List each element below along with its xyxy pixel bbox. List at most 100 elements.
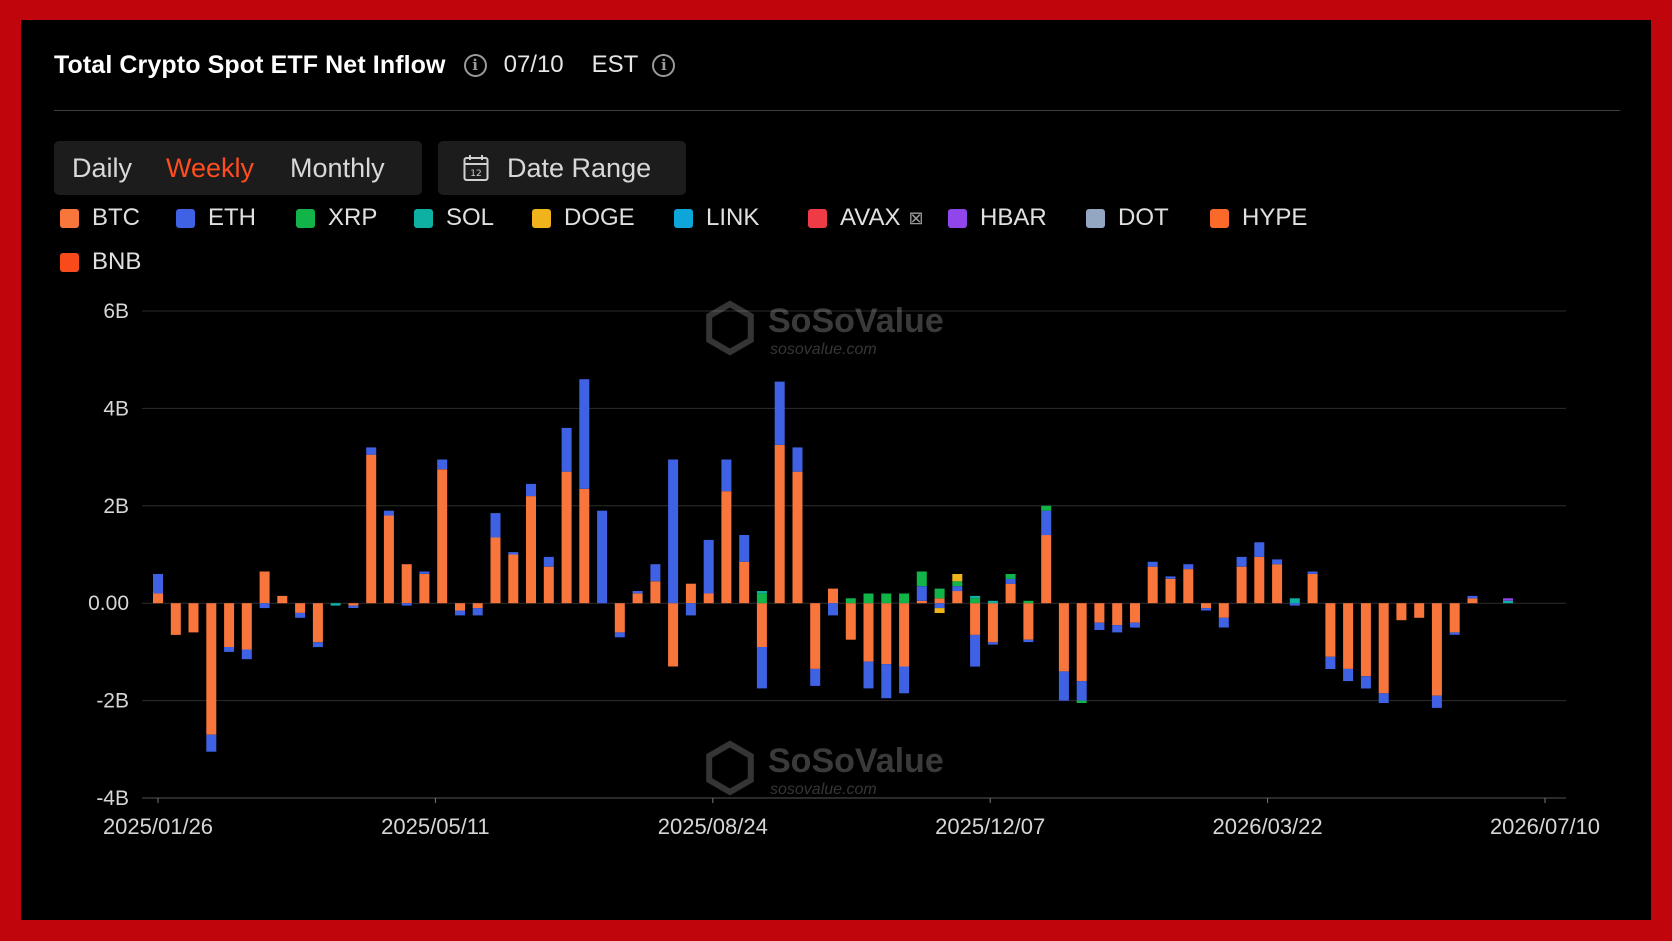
bar-segment-xrp	[899, 593, 910, 604]
bar-segment-eth	[739, 535, 750, 562]
bar-segment-btc	[1147, 566, 1158, 604]
bar-segment-btc	[1041, 535, 1052, 604]
x-tick-label: 2025/12/07	[935, 814, 1045, 839]
bar-segment-eth	[1041, 510, 1052, 536]
bar-segment-btc	[668, 603, 679, 667]
bar-segment-btc	[437, 469, 448, 604]
bar-chart: -4B-2B0.002B4B6B SoSoValuesosovalue.comSo…	[88, 300, 1600, 839]
bar-segment-eth	[668, 459, 679, 604]
bar-segment-btc	[863, 603, 874, 662]
bar-segment-xrp	[756, 593, 767, 604]
bar-segment-eth	[437, 459, 448, 470]
bar-segment-eth	[1005, 578, 1016, 584]
bar-segment-btc	[739, 561, 750, 604]
bar-segment-eth	[348, 605, 359, 608]
bar-segment-btc	[1130, 603, 1140, 623]
bar-segment-eth	[455, 610, 465, 616]
bar-segment-eth	[383, 510, 394, 516]
bar-segment-eth	[508, 552, 519, 555]
bar-segment-eth	[1378, 693, 1389, 703]
bar-segment-xrp	[952, 581, 963, 587]
x-tick-label: 2026/07/10	[1490, 814, 1600, 839]
bar-segment-btc	[1236, 566, 1247, 604]
bar-segment-eth	[952, 586, 963, 592]
watermark: SoSoValuesosovalue.com	[706, 740, 944, 798]
bar-segment-btc	[1005, 583, 1016, 604]
bar-segment-btc	[792, 471, 803, 604]
bar-segment-btc	[952, 591, 963, 604]
bar-segment-sol	[1503, 600, 1513, 604]
bar-segment-btc	[721, 491, 732, 604]
bar-segment-btc	[881, 603, 892, 665]
bar-segment-btc	[277, 595, 288, 604]
bar-segment-xrp	[845, 598, 856, 604]
bar-segment-btc	[899, 603, 910, 667]
bar-segment-btc	[1218, 603, 1229, 618]
bar-segment-btc	[206, 603, 217, 735]
bar-segment-sol	[1289, 598, 1300, 604]
bar-segment-btc	[472, 603, 483, 609]
watermark-brand: SoSoValue	[768, 302, 944, 340]
bar-segment-eth	[916, 586, 927, 601]
bar-segment-eth	[863, 661, 874, 689]
bar-segment-eth	[1147, 561, 1158, 567]
bar-segment-btc	[224, 603, 235, 647]
bar-segment-btc	[1467, 598, 1478, 604]
bar-segment-btc	[1112, 603, 1123, 626]
bar-segment-eth	[1076, 681, 1087, 701]
bar-segment-sol	[970, 595, 981, 599]
bar-segment-btc	[1360, 603, 1371, 677]
bar-segment-xrp	[1041, 505, 1052, 511]
bar-segment-btc	[543, 566, 554, 604]
bar-segment-sol	[987, 600, 998, 604]
bar-segment-btc	[1378, 603, 1389, 694]
bar-segment-btc	[259, 571, 270, 604]
bar-segment-btc	[1165, 578, 1176, 604]
bar-segment-eth	[295, 612, 306, 618]
x-tick-label: 2025/01/26	[103, 814, 213, 839]
bar-segment-btc	[1058, 603, 1069, 672]
bar-segment-btc	[934, 598, 945, 604]
logo-icon	[706, 740, 754, 796]
bar-segment-eth	[1431, 695, 1442, 708]
bar-segment-eth	[987, 642, 998, 645]
bar-segment-eth	[1236, 556, 1247, 567]
bar-segment-eth	[899, 666, 910, 694]
bar-segment-eth	[224, 647, 235, 652]
bar-segment-eth	[1094, 622, 1105, 630]
bar-segment-btc	[1076, 603, 1087, 682]
bar-segment-xrp	[1005, 574, 1016, 579]
bar-segment-doge	[934, 608, 945, 613]
bar-segment-btc	[1254, 556, 1265, 604]
bar-segment-btc	[383, 515, 394, 604]
bar-segment-eth	[401, 603, 412, 606]
y-tick-label: 4B	[103, 397, 129, 420]
bar-segment-eth	[703, 539, 714, 594]
bar-segment-btc	[312, 603, 323, 643]
bar-segment-btc	[188, 603, 199, 633]
bar-segment-eth	[810, 668, 821, 686]
bar-segment-btc	[508, 554, 519, 604]
bar-segment-btc	[153, 593, 163, 604]
bar-segment-eth	[1183, 564, 1194, 570]
bar-segment-eth	[259, 603, 270, 609]
bar-segment-xrp	[1023, 600, 1034, 604]
bar-segment-btc	[401, 564, 412, 604]
bar-segment-eth	[579, 379, 590, 489]
watermark-brand: SoSoValue	[768, 742, 944, 780]
y-tick-label: -4B	[96, 787, 129, 810]
bar-segment-eth	[1343, 668, 1354, 682]
bar-segment-eth	[1058, 671, 1069, 701]
bar-segment-eth	[934, 603, 945, 609]
bar-segment-eth	[419, 571, 430, 574]
bar-segment-eth	[1360, 676, 1371, 689]
bar-segment-eth	[685, 603, 696, 616]
bar-segment-hbar	[1503, 598, 1513, 601]
bar-segment-eth	[366, 447, 377, 455]
bar-segment-btc	[1201, 603, 1211, 609]
bar-segment-eth	[756, 647, 767, 689]
bar-segment-btc	[1396, 603, 1407, 621]
bar-segment-eth	[1272, 559, 1283, 565]
bar-segment-xrp	[863, 593, 874, 604]
bar-segment-eth	[970, 634, 981, 667]
